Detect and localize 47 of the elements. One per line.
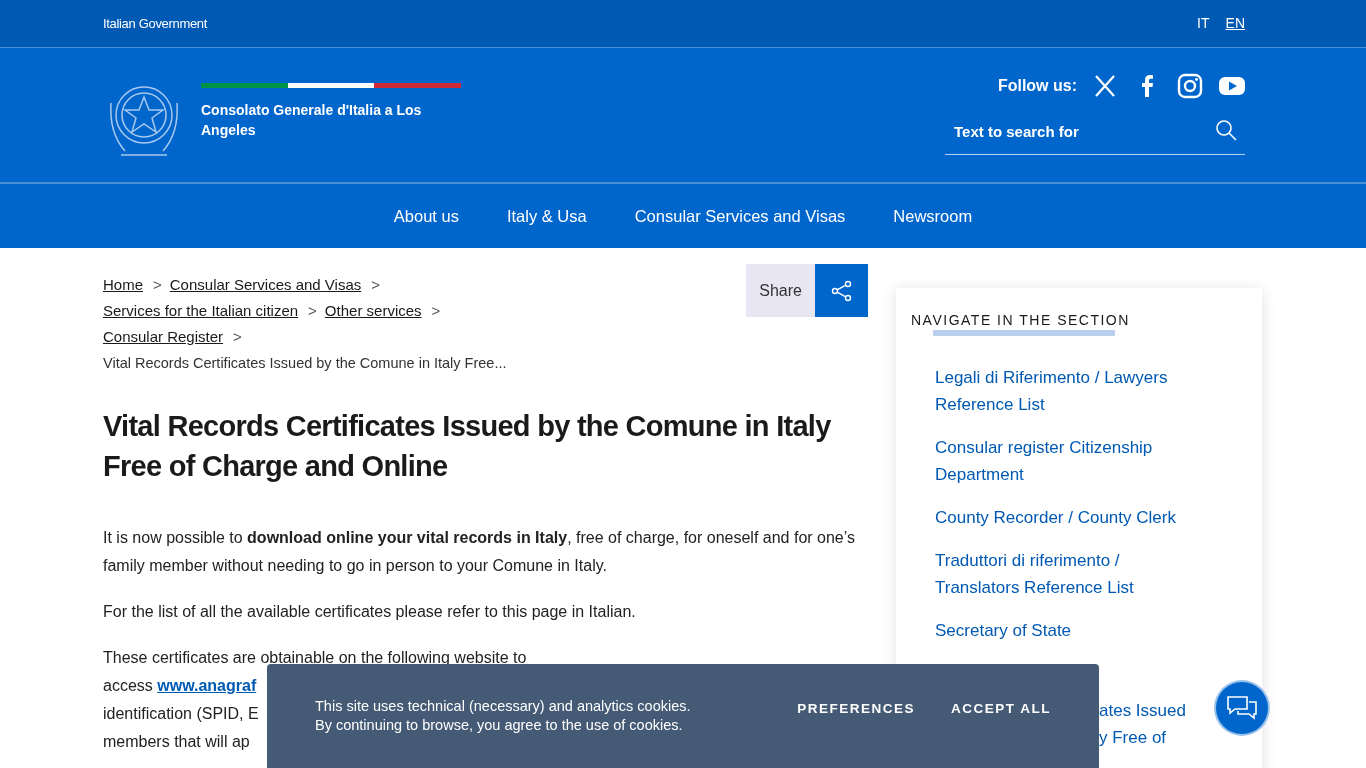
cookie-message: This site uses technical (necessary) and analytics cookies.: [315, 697, 691, 716]
section-nav-link[interactable]: Secretary of State: [935, 617, 1202, 644]
paragraph: It is now possible to download online your vital records in Italy, free of charge, for oneself and for one’s family member without needing to go in person to your Comune in Italy.: [103, 528, 857, 576]
breadcrumb-link[interactable]: Consular Services and Visas: [169, 276, 362, 293]
breadcrumb-separator: >: [153, 276, 162, 293]
paragraph-line: These certificates are obtainable on the following website to: [103, 648, 527, 668]
breadcrumb-link[interactable]: Consular Register: [103, 328, 224, 345]
search-field[interactable]: Text to search for: [945, 117, 1245, 155]
share-icon: [829, 278, 854, 303]
language-link[interactable]: EN: [1225, 13, 1245, 34]
breadcrumb-link[interactable]: Services for the Italian citizen: [103, 302, 299, 319]
paragraph-line: members that will ap: [103, 732, 250, 752]
instagram-icon[interactable]: [1177, 73, 1203, 99]
site-title[interactable]: Consolato Generale d'Italia a Los Angeles: [201, 100, 441, 140]
cookie-message: By continuing to browse, you agree to the use of cookies.: [315, 716, 684, 735]
breadcrumb-current: Vital Records Certificates Issued by the Comune in Italy Free...: [103, 355, 507, 371]
breadcrumb-link[interactable]: Other services: [324, 302, 422, 319]
share-label: Share: [746, 264, 815, 317]
page-title: Vital Records Certificates Issued by the Comune in Italy Free of Charge and Online: [103, 409, 832, 484]
chat-icon: [1226, 694, 1258, 722]
paragraph-line: identification (SPID, E: [103, 704, 259, 724]
section-nav-link[interactable]: y Free of: [1099, 724, 1186, 751]
follow-label: Follow us:: [997, 76, 1077, 96]
cookie-button[interactable]: PREFERENCES: [797, 699, 915, 720]
nav-link[interactable]: Consular Services and Visas: [622, 197, 858, 235]
section-nav-link[interactable]: ates Issued: [1099, 697, 1186, 724]
share-button[interactable]: [815, 264, 868, 317]
nav-link[interactable]: Italy & Usa: [494, 197, 599, 235]
nav-link[interactable]: Newsroom: [881, 197, 985, 235]
top-bar-label: Italian Government: [103, 14, 207, 33]
breadcrumb-link[interactable]: Home: [103, 276, 143, 293]
section-nav-link[interactable]: County Recorder / County Clerk: [935, 504, 1202, 531]
search-icon[interactable]: [1215, 119, 1237, 141]
section-nav-link[interactable]: Consular register Citizenship Department: [935, 434, 1202, 488]
breadcrumb-separator: >: [371, 276, 381, 293]
section-heading: NAVIGATE IN THE SECTION: [911, 312, 1130, 329]
paragraph-line: access www.anagraf: [103, 676, 257, 696]
breadcrumb-separator: >: [233, 328, 242, 345]
website-link[interactable]: www.anagraf: [157, 677, 257, 694]
breadcrumb-separator: >: [431, 302, 441, 319]
paragraph: For the list of all the available certificates please refer to this page in Italian.: [103, 602, 637, 622]
cookie-button[interactable]: ACCEPT ALL: [951, 699, 1051, 720]
section-nav-link[interactable]: Traduttori di riferimento / Translators Reference List: [935, 547, 1202, 601]
section-nav-link[interactable]: Legali di Riferimento / Lawyers Reference List: [935, 364, 1202, 418]
nav-link[interactable]: About us: [381, 197, 471, 235]
breadcrumb-separator: >: [308, 302, 317, 319]
language-link[interactable]: IT: [1197, 13, 1210, 34]
